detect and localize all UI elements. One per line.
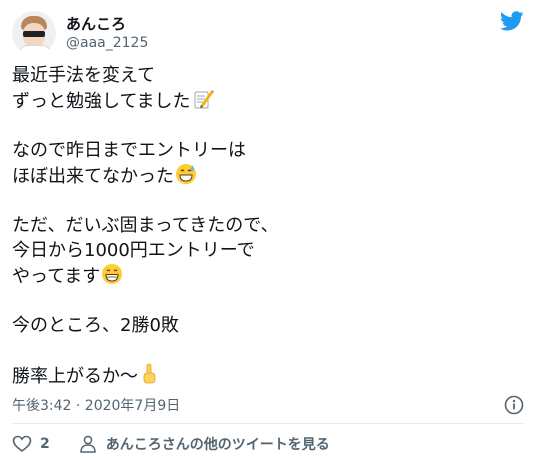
tweet-line: ほぼ出来てなかった [12,163,512,188]
tweet-actions: 2 あんころさんの他のツイートを見る [12,432,524,456]
tweet-line: 今日から1000円エントリーで [12,240,255,261]
beaming-face-icon [102,264,123,284]
tweet-line: 最近手法を変えて [12,65,156,86]
tweet-line: やってます [12,263,512,288]
timestamp[interactable]: 午後3:42 · 2020年7月9日 [12,395,180,415]
tweet-line: 今のところ、2勝0敗 [12,315,179,336]
like-count: 2 [40,436,50,452]
info-icon[interactable] [504,395,524,415]
tweet-text: 最近手法を変えて ずっと勉強してました なので昨日までエントリーは ほぼ出来てな… [12,63,512,388]
heart-icon [12,435,32,453]
twitter-bird-icon[interactable] [500,9,524,33]
memo-icon [194,90,214,109]
tweet-card: あんころ @aaa_2125 最近手法を変えて ずっと勉強してました なので昨日… [0,0,536,459]
tweet-meta: 午後3:42 · 2020年7月9日 [12,394,524,416]
more-tweets-label: あんころさんの他のツイートを見る [105,437,330,453]
more-tweets-link[interactable]: あんころさんの他のツイートを見る [78,434,330,454]
tweet-line: 勝率上がるか〜 [12,363,512,388]
like-button[interactable]: 2 [12,434,50,454]
tweet-line: ずっと勉強してました [12,88,512,113]
divider [12,423,524,424]
grinning-sweat-icon [176,164,196,184]
user-info: あんころ @aaa_2125 [66,14,148,52]
tweet-line: ただ、だいぶ固まってきたので、 [12,215,279,236]
tweet-line: なので昨日までエントリーは [12,140,246,161]
user-handle[interactable]: @aaa_2125 [66,34,148,52]
tweet-header: あんころ @aaa_2125 [12,9,524,57]
user-icon [79,435,96,453]
display-name[interactable]: あんころ [66,14,148,34]
point-up-icon [143,363,156,384]
avatar[interactable] [12,11,56,55]
